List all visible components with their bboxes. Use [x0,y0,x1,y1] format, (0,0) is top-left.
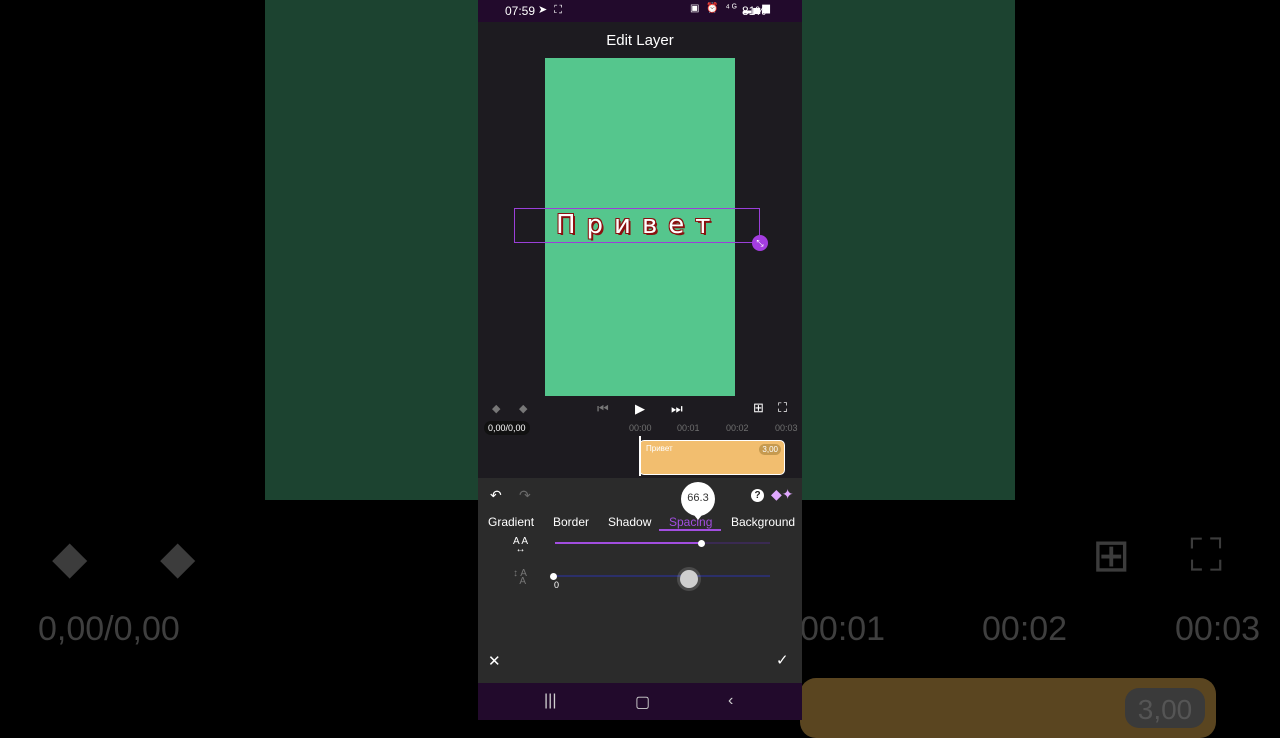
tab-border[interactable]: Border [553,515,589,529]
status-time: 07:59 [505,4,536,18]
recent-apps-icon[interactable]: ||| [544,692,556,710]
clip-label: Привет [646,444,673,453]
skip-forward-icon[interactable]: ⏭ [671,401,683,417]
bg-ruler-label: 00:02 [982,610,1068,648]
play-icon[interactable]: ▶ [635,401,645,417]
keyframe-prev-icon[interactable]: ◆ [492,402,500,415]
line-spacing-slider[interactable] [553,575,770,577]
touch-indicator [680,570,698,588]
tab-gradient[interactable]: Gradient [488,515,534,529]
page-title: Edit Layer [606,32,674,49]
help-icon[interactable]: ? [751,489,764,502]
letter-spacing-icon: A A ↔ [513,536,529,555]
bg-time-display: 0,00/0,00 [38,610,180,648]
timeline-clip[interactable]: Привет 3,00 [639,440,785,475]
keyframe-next-icon[interactable]: ◆ [519,402,527,415]
home-icon[interactable]: ▢ [635,692,650,712]
add-icon[interactable]: ⊞ [753,400,764,416]
bg-keyframe-prev-icon: ◆ [52,531,88,583]
value-bubble-tip [690,510,706,520]
bg-fullscreen-icon: ⛶ [1190,529,1223,581]
letter-spacing-fill [555,542,702,544]
playhead[interactable] [639,436,641,476]
bg-ruler-label: 00:01 [800,610,886,648]
ruler-tick: 00:03 [775,423,798,433]
ruler-tick: 00:02 [726,423,749,433]
clip-duration: 3,00 [759,444,781,455]
close-icon[interactable]: ✕ [488,652,501,670]
battery-percent: 81% [742,4,767,18]
line-spacing-icon: ↕ A A [513,568,527,587]
bg-add-icon: ⊞ [1092,529,1131,581]
magic-icon[interactable]: ◆✦ [771,486,794,503]
tab-shadow[interactable]: Shadow [608,515,651,529]
active-tab-indicator [659,529,721,531]
back-icon[interactable]: ‹ [728,692,733,710]
text-layer[interactable]: Привет [556,210,721,240]
phone-screen: 07:59 ➤ ⛶ ▣ ⏰ ⁴ᴳ ▂▄▆ 81% Edit Layer Прив… [478,0,802,720]
status-bar: 07:59 ➤ ⛶ ▣ ⏰ ⁴ᴳ ▂▄▆ 81% [478,0,802,22]
bg-ruler-label: 00:03 [1175,610,1261,648]
redo-icon[interactable]: ↷ [519,487,531,504]
line-spacing-value: 0 [554,580,560,590]
fullscreen-icon[interactable]: ⛶ [778,400,787,416]
bg-keyframe-next-icon: ◆ [160,531,196,583]
undo-icon[interactable]: ↶ [490,487,502,504]
line-spacing-thumb[interactable] [550,573,557,580]
tab-background[interactable]: Background [731,515,795,529]
notification-icons: ➤ ⛶ [538,4,564,16]
time-display: 0,00/0,00 [484,421,530,435]
confirm-icon[interactable]: ✓ [776,651,789,669]
ruler-tick: 00:00 [629,423,652,433]
skip-back-icon[interactable]: ⏮ [597,401,609,417]
system-nav-bar: ||| ▢ ‹ [478,683,802,720]
bg-clip-duration: 3,00 [1125,688,1205,728]
resize-handle-icon[interactable]: ⤡ [752,235,768,251]
ruler-tick: 00:01 [677,423,700,433]
